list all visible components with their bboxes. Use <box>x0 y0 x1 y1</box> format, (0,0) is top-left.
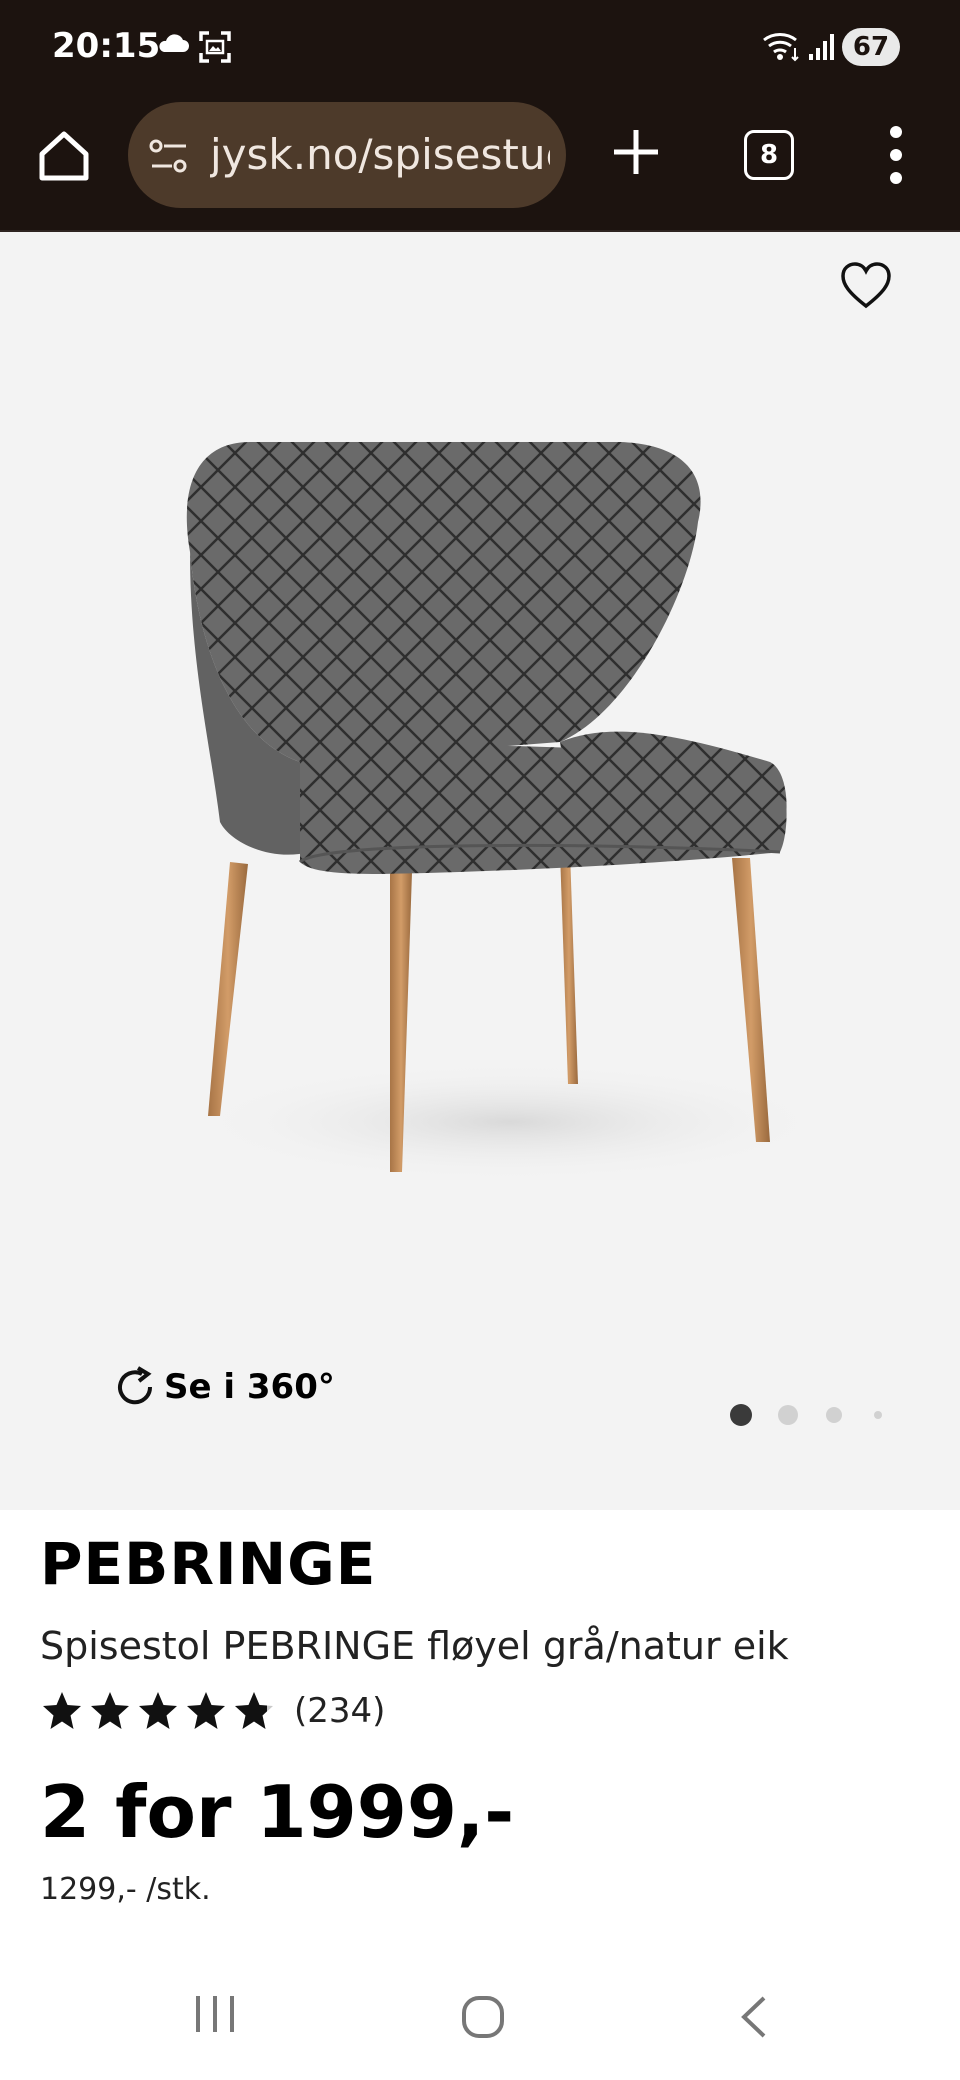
home-icon[interactable] <box>34 126 94 186</box>
product-price: 2 for 1999,- <box>40 1770 515 1854</box>
tune-icon[interactable] <box>148 138 190 174</box>
review-count[interactable]: (234) <box>294 1691 385 1731</box>
carousel-dot[interactable] <box>778 1405 798 1425</box>
star-icon <box>91 1692 129 1729</box>
view-360-label[interactable]: Se i 360° <box>164 1367 335 1407</box>
chair-image <box>186 442 830 1182</box>
tab-count-button[interactable]: 8 <box>744 130 794 180</box>
cloud-icon <box>159 34 189 52</box>
carousel-dot[interactable] <box>874 1411 882 1419</box>
product-rating[interactable]: (234) <box>40 1690 385 1732</box>
status-bar: 20:15 67 <box>0 0 960 100</box>
star-icon <box>43 1692 81 1729</box>
product-brand: PEBRINGE <box>40 1530 377 1598</box>
star-icon <box>139 1692 177 1729</box>
status-time: 20:15 <box>52 26 161 66</box>
menu-icon[interactable] <box>876 124 916 186</box>
star-partial-icon <box>235 1692 273 1729</box>
signal-icon <box>809 34 834 60</box>
home-circle-icon[interactable] <box>460 1994 506 2040</box>
heart-icon[interactable] <box>838 260 894 312</box>
star-icon <box>187 1692 225 1729</box>
system-nav-bar <box>0 1960 960 2080</box>
recents-icon[interactable] <box>192 1992 238 2036</box>
plus-icon[interactable] <box>608 124 664 180</box>
wifi-icon <box>763 33 799 62</box>
battery-icon: 67 <box>842 28 900 66</box>
carousel-dot[interactable] <box>826 1407 842 1423</box>
rotate-icon <box>118 1366 153 1405</box>
url-bar[interactable]: jysk.no/spisestue/ <box>128 102 566 208</box>
screen-capture-icon <box>199 31 231 63</box>
view-360-button[interactable]: Se i 360° <box>112 1362 335 1412</box>
product-description: Spisestol PEBRINGE fløyel grå/natur eik <box>40 1624 789 1668</box>
carousel-dot-active[interactable] <box>730 1404 752 1426</box>
url-text[interactable]: jysk.no/spisestue/ <box>210 130 550 179</box>
back-icon[interactable] <box>736 1994 772 2040</box>
browser-toolbar: jysk.no/spisestue/ 8 <box>0 100 960 232</box>
product-image-carousel[interactable]: Se i 360° <box>0 232 960 1510</box>
carousel-dots <box>730 1404 882 1426</box>
unit-price: 1299,- /stk. <box>40 1872 211 1907</box>
rating-stars <box>40 1690 276 1732</box>
